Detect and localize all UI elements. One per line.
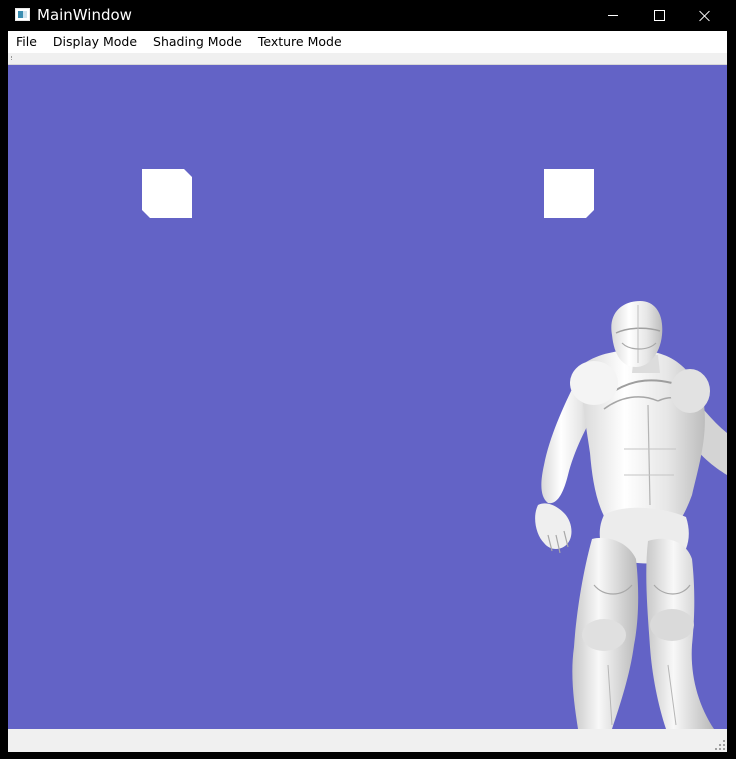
toolbar bbox=[8, 53, 727, 65]
maximize-button[interactable] bbox=[636, 0, 682, 31]
minimize-button[interactable] bbox=[590, 0, 636, 31]
menu-bar: File Display Mode Shading Mode Texture M… bbox=[8, 31, 727, 53]
light-marker-right bbox=[544, 169, 594, 218]
maximize-icon bbox=[653, 10, 665, 21]
menu-texture-mode[interactable]: Texture Mode bbox=[250, 31, 350, 53]
toolbar-grip-handle[interactable] bbox=[11, 56, 14, 60]
scene-canvas bbox=[142, 169, 727, 729]
minimize-icon bbox=[608, 15, 618, 16]
client-area: File Display Mode Shading Mode Texture M… bbox=[8, 31, 727, 752]
opengl-viewport[interactable] bbox=[8, 65, 727, 729]
armored-humanoid-model bbox=[535, 301, 727, 729]
menu-file[interactable]: File bbox=[8, 31, 45, 53]
menu-shading-mode[interactable]: Shading Mode bbox=[145, 31, 250, 53]
main-window: MainWindow File Display Mode Shading Mod… bbox=[0, 0, 736, 759]
status-bar bbox=[8, 729, 727, 752]
close-button[interactable] bbox=[682, 0, 728, 31]
app-window-icon bbox=[15, 8, 30, 21]
menu-display-mode[interactable]: Display Mode bbox=[45, 31, 145, 53]
close-icon bbox=[699, 10, 711, 22]
window-title: MainWindow bbox=[37, 6, 132, 24]
resize-grip-icon[interactable] bbox=[715, 740, 725, 750]
light-marker-left bbox=[142, 169, 192, 218]
title-bar[interactable]: MainWindow bbox=[0, 0, 736, 31]
